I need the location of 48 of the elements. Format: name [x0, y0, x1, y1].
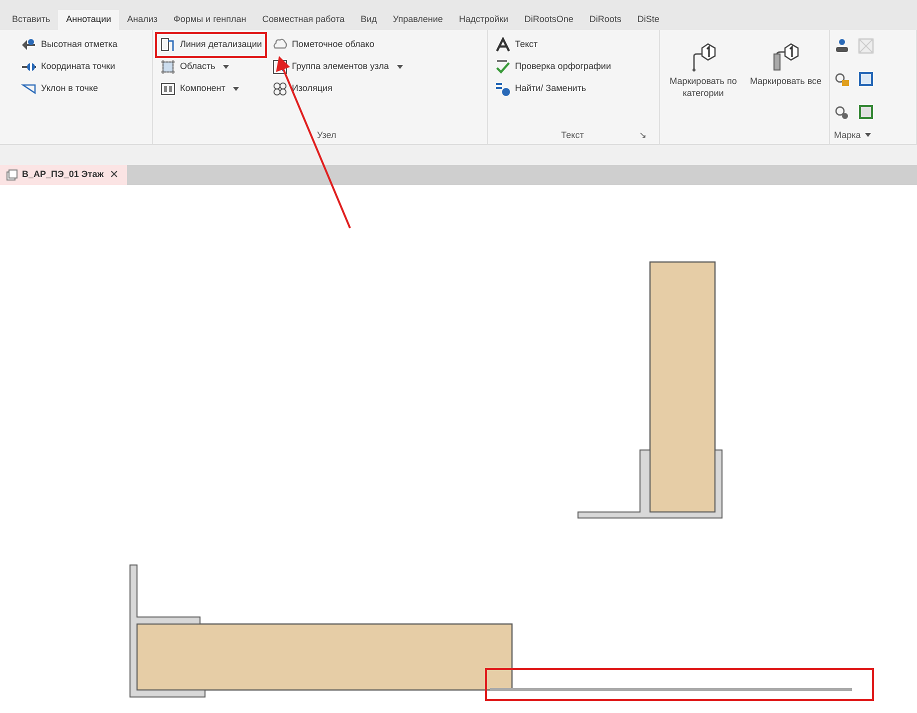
component-icon — [160, 81, 176, 97]
view-icon — [6, 169, 18, 181]
dialog-launcher[interactable]: ↘ — [638, 128, 647, 142]
detail-group-icon — [272, 59, 288, 75]
panel-icon — [858, 70, 874, 87]
ribbon-button[interactable]: Высотная отметка — [18, 34, 120, 56]
panel-title: Текст — [561, 128, 584, 142]
ribbon-tab[interactable]: DiRoots — [581, 10, 630, 30]
detail-line-icon — [160, 37, 176, 53]
panel-title: Узел — [317, 128, 336, 142]
caret-icon[interactable] — [864, 133, 871, 138]
ribbon-tab[interactable]: Надстройки — [450, 10, 516, 30]
person-icon — [834, 38, 850, 54]
ribbon-tab[interactable]: Вставить — [4, 10, 58, 30]
text-icon — [495, 37, 511, 53]
ribbon-large-button[interactable]: Маркировать по категории — [664, 42, 742, 142]
ribbon-button[interactable]: Область — [157, 56, 265, 78]
document-tab[interactable]: B_АР_ПЭ_01 Этаж ✕ — [0, 165, 127, 185]
ribbon-button[interactable]: Уклон в точке — [18, 78, 120, 100]
ribbon-button[interactable]: Координата точки — [18, 56, 120, 78]
ribbon-button[interactable]: Компонент — [157, 78, 265, 100]
ribbon-button[interactable]: Найти/ Заменить — [492, 78, 614, 100]
ribbon-tab[interactable]: Совместная работа — [254, 10, 353, 30]
ribbon-button[interactable]: Пометочное облако — [268, 34, 406, 56]
ribbon-button[interactable]: Группа элементов узла — [268, 56, 406, 78]
grid-icon — [858, 38, 874, 54]
ribbon-large-button[interactable]: Маркировать все — [746, 42, 825, 142]
ribbon-tab[interactable]: DiSte — [629, 10, 668, 30]
tag-lock-icon — [834, 70, 850, 87]
ribbon-button[interactable]: Текст — [492, 34, 614, 56]
ribbon-button[interactable]: Проверка орфографии — [492, 56, 614, 78]
tag-gear-icon — [834, 104, 850, 120]
ribbon-tab[interactable]: DiRootsOne — [516, 10, 582, 30]
tag-icon — [770, 42, 801, 72]
ribbon-tab[interactable]: Анализ — [119, 10, 166, 30]
panel-title: Марка — [834, 128, 861, 142]
ribbon-button[interactable]: Линия детализации — [157, 34, 265, 56]
ribbon-tab[interactable]: Формы и генплан — [166, 10, 254, 30]
spell-check-icon — [495, 59, 511, 75]
ribbon-tab[interactable]: Аннотации — [58, 10, 120, 30]
ribbon-tab[interactable]: Управление — [384, 10, 451, 30]
ribbon-tab[interactable]: Вид — [352, 10, 385, 30]
close-button[interactable]: ✕ — [108, 166, 121, 184]
insulation-icon — [272, 81, 288, 97]
ribbon-button[interactable]: Изоляция — [268, 78, 406, 100]
board-icon — [858, 104, 874, 120]
region-icon — [160, 59, 176, 75]
find-replace-icon — [495, 81, 511, 97]
